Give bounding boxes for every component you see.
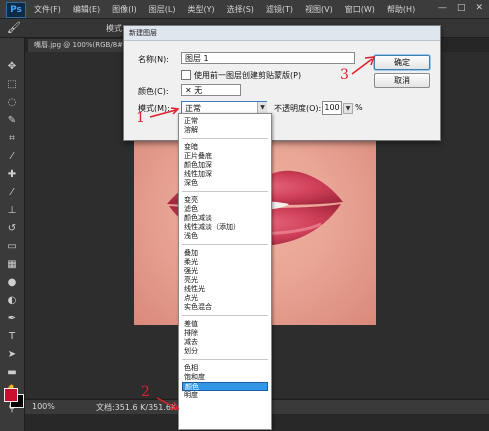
- annotation-overlay: [149, 56, 376, 410]
- annotation-step-1: 1: [136, 110, 145, 126]
- annotation-arrow-2: [156, 397, 177, 409]
- annotation-arrow-1: [149, 109, 177, 118]
- annotation-arrow-3: [351, 58, 373, 75]
- annotation-step-2: 2: [141, 384, 150, 400]
- annotation-step-3: 3: [340, 67, 349, 83]
